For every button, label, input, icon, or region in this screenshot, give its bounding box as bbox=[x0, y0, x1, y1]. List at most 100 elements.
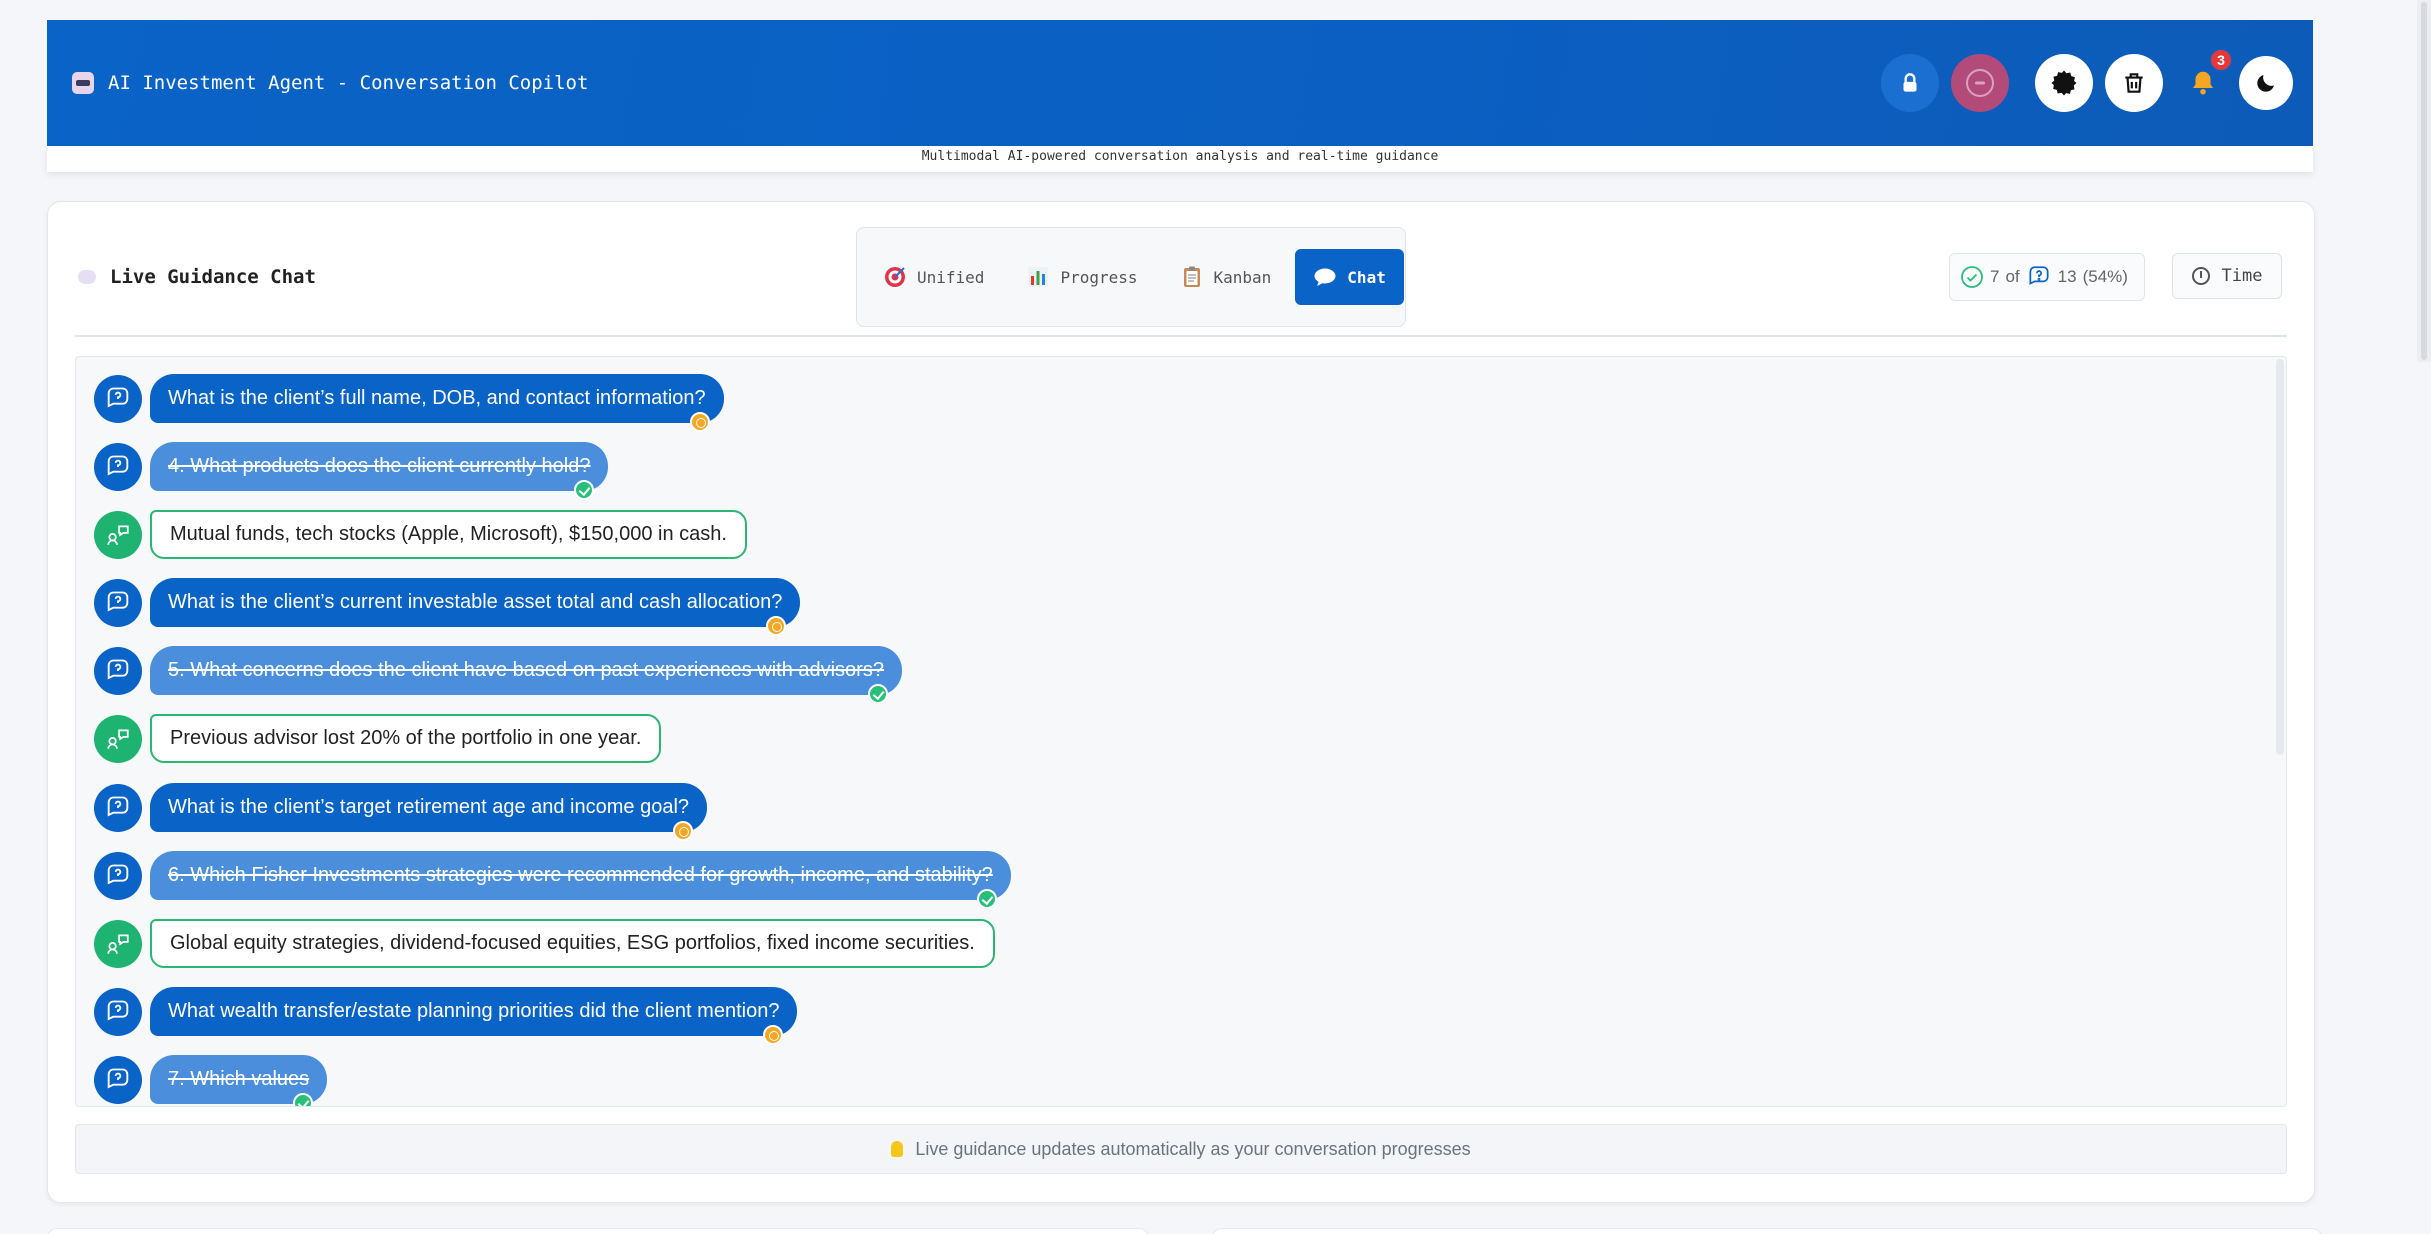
time-label: Time bbox=[2221, 266, 2263, 286]
question-bubble-icon bbox=[2029, 266, 2049, 285]
page-scrollbar[interactable] bbox=[2417, 0, 2431, 362]
of-label: of bbox=[2005, 267, 2020, 286]
answer-bubble: Global equity strategies, dividend-focus… bbox=[150, 919, 995, 968]
chat-scrollbar[interactable] bbox=[2276, 359, 2284, 755]
question-bubble[interactable]: What is the client’s full name, DOB, and… bbox=[150, 374, 724, 432]
question-avatar-icon bbox=[94, 442, 142, 491]
answer-avatar-icon bbox=[94, 714, 142, 763]
question-text: What is the client’s full name, DOB, and… bbox=[168, 387, 706, 409]
lock-icon bbox=[1903, 73, 1917, 92]
moon-icon bbox=[2257, 75, 2274, 92]
target-icon bbox=[883, 265, 907, 289]
tab-progress[interactable]: Progress bbox=[1008, 249, 1155, 305]
answered-question-bubble[interactable]: 4. What products does the client current… bbox=[150, 442, 609, 500]
progress-stats: 7 of 13 (54%) bbox=[1949, 253, 2145, 301]
clear-trash-button[interactable] bbox=[2105, 54, 2163, 112]
question-bubble[interactable]: What is the client’s target retirement a… bbox=[150, 783, 708, 841]
pending-status-icon bbox=[766, 616, 787, 636]
notification-count-badge: 3 bbox=[2209, 48, 2233, 72]
answer-avatar-icon bbox=[94, 919, 142, 968]
tab-chat[interactable]: Chat bbox=[1295, 249, 1404, 305]
answered-status-icon bbox=[293, 1093, 314, 1106]
answered-count: 7 bbox=[1990, 267, 2000, 286]
view-tabs: Unified Progress Kanban Chat bbox=[856, 227, 1406, 327]
answered-status-icon bbox=[867, 684, 888, 704]
guidance-footer: Live guidance updates automatically as y… bbox=[75, 1124, 2287, 1174]
panel-title: Live Guidance Chat bbox=[78, 266, 316, 288]
lower-left-panel bbox=[47, 1228, 1149, 1234]
question-bubble[interactable]: What is the client’s current investable … bbox=[150, 578, 801, 636]
app-title: AI Investment Agent - Conversation Copil… bbox=[108, 72, 589, 94]
answer-text: Mutual funds, tech stocks (Apple, Micros… bbox=[170, 523, 727, 545]
tab-label: Chat bbox=[1347, 267, 1386, 287]
chat-message: Previous advisor lost 20% of the portfol… bbox=[94, 714, 662, 763]
answered-question-bubble[interactable]: 5. What concerns does the client have ba… bbox=[150, 646, 902, 704]
tab-unified[interactable]: Unified bbox=[865, 249, 1002, 305]
live-guidance-panel: Live Guidance Chat Unified Progress Kanb… bbox=[47, 201, 2315, 1203]
lightbulb-icon bbox=[891, 1141, 904, 1157]
question-text: What is the client’s target retirement a… bbox=[168, 796, 690, 818]
question-text: 7. Which values bbox=[168, 1068, 310, 1090]
check-circle-icon bbox=[1961, 266, 1983, 288]
tab-label: Progress bbox=[1060, 267, 1138, 287]
clock-icon bbox=[2191, 267, 2210, 285]
question-text: 4. What products does the client current… bbox=[168, 455, 591, 477]
chat-message: What is the client’s current investable … bbox=[94, 578, 801, 636]
chat-message: What is the client’s target retirement a… bbox=[94, 783, 708, 841]
chat-thread[interactable]: What is the client’s full name, DOB, and… bbox=[75, 356, 2287, 1107]
pending-status-icon bbox=[689, 412, 710, 432]
answer-bubble: Mutual funds, tech stocks (Apple, Micros… bbox=[150, 510, 747, 559]
settings-gear-icon bbox=[2051, 70, 2077, 96]
answered-question-bubble[interactable]: 6. Which Fisher Investments strategies w… bbox=[150, 851, 1011, 909]
question-text: 6. Which Fisher Investments strategies w… bbox=[168, 864, 993, 886]
chat-message: Mutual funds, tech stocks (Apple, Micros… bbox=[94, 510, 747, 559]
question-text: What wealth transfer/estate planning pri… bbox=[168, 1000, 780, 1022]
answer-bubble: Previous advisor lost 20% of the portfol… bbox=[150, 714, 662, 763]
question-avatar-icon bbox=[94, 578, 142, 627]
question-avatar-icon bbox=[94, 1055, 142, 1104]
stop-recording-icon bbox=[1966, 69, 1994, 97]
footer-text: Live guidance updates automatically as y… bbox=[915, 1138, 1471, 1159]
chat-message: What is the client’s full name, DOB, and… bbox=[94, 374, 724, 432]
panel-title-text: Live Guidance Chat bbox=[110, 266, 316, 288]
pending-status-icon bbox=[763, 1025, 784, 1045]
chat-message: 4. What products does the client current… bbox=[94, 442, 609, 500]
answered-status-icon bbox=[976, 889, 997, 909]
robot-logo-icon bbox=[72, 72, 94, 94]
chat-message: Global equity strategies, dividend-focus… bbox=[94, 919, 995, 968]
tab-label: Unified bbox=[917, 267, 985, 287]
question-avatar-icon bbox=[94, 783, 142, 832]
lock-button[interactable] bbox=[1881, 54, 1939, 112]
answered-status-icon bbox=[574, 480, 595, 500]
question-text: 5. What concerns does the client have ba… bbox=[168, 659, 884, 681]
bell-icon bbox=[2193, 71, 2213, 95]
chat-message: What wealth transfer/estate planning pri… bbox=[94, 987, 798, 1045]
percent-complete: (54%) bbox=[2082, 267, 2128, 286]
pending-status-icon bbox=[673, 821, 694, 841]
settings-button[interactable] bbox=[2035, 54, 2093, 112]
speech-bubble-icon bbox=[1313, 265, 1337, 289]
app-subtitle: Multimodal AI-powered conversation analy… bbox=[47, 146, 2313, 172]
tab-kanban[interactable]: Kanban bbox=[1162, 249, 1290, 305]
answered-question-bubble[interactable]: 7. Which values bbox=[150, 1055, 328, 1106]
time-button[interactable]: Time bbox=[2172, 253, 2282, 299]
chat-message: 5. What concerns does the client have ba… bbox=[94, 646, 902, 704]
notifications-button[interactable]: 3 bbox=[2181, 48, 2233, 112]
stop-recording-button[interactable] bbox=[1951, 54, 2009, 112]
bar-chart-icon bbox=[1026, 265, 1050, 289]
app-header: AI Investment Agent - Conversation Copil… bbox=[47, 20, 2313, 146]
question-avatar-icon bbox=[94, 987, 142, 1036]
chat-bubble-icon bbox=[78, 270, 96, 284]
clipboard-icon bbox=[1180, 265, 1204, 289]
question-avatar-icon bbox=[94, 374, 142, 423]
dark-mode-toggle[interactable] bbox=[2239, 56, 2293, 110]
header-actions: 3 bbox=[1869, 48, 2293, 112]
answer-text: Global equity strategies, dividend-focus… bbox=[170, 932, 975, 954]
question-text: What is the client’s current investable … bbox=[168, 591, 783, 613]
trash-icon bbox=[2125, 73, 2143, 93]
chat-message: 6. Which Fisher Investments strategies w… bbox=[94, 851, 1011, 909]
lower-right-panel bbox=[1212, 1228, 2322, 1234]
question-bubble[interactable]: What wealth transfer/estate planning pri… bbox=[150, 987, 798, 1045]
question-avatar-icon bbox=[94, 851, 142, 900]
question-avatar-icon bbox=[94, 646, 142, 695]
